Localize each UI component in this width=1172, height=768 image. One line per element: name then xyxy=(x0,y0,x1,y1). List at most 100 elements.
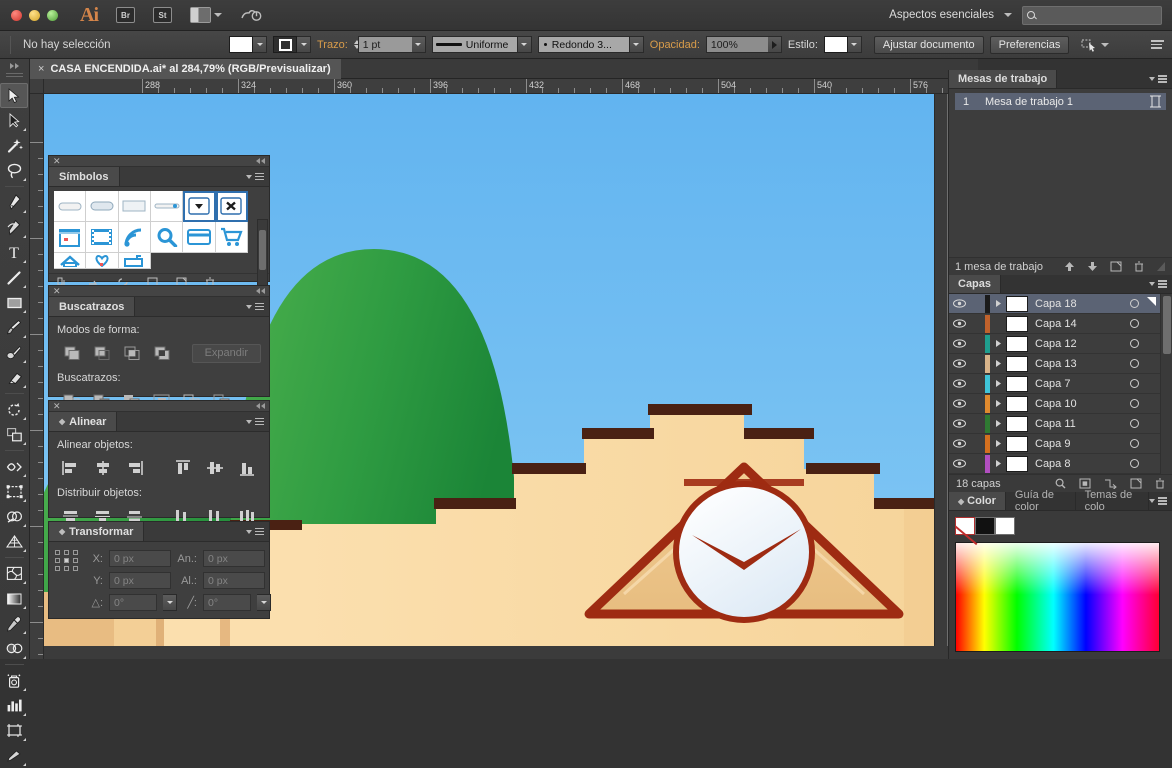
blend-tool[interactable] xyxy=(0,636,28,661)
white-swatch[interactable] xyxy=(995,517,1015,535)
graphic-style-control[interactable] xyxy=(824,36,862,53)
color-spectrum-picker[interactable] xyxy=(955,542,1160,652)
layer-visibility-eye-icon[interactable] xyxy=(949,359,969,368)
slice-tool[interactable] xyxy=(0,743,28,768)
layer-target-circle-icon[interactable] xyxy=(1121,459,1147,468)
tab-color-themes[interactable]: Temas de colo xyxy=(1076,492,1149,510)
artboard-name[interactable]: Mesa de trabajo 1 xyxy=(977,96,1144,108)
exclude-icon[interactable] xyxy=(147,342,177,364)
symbols-grid[interactable] xyxy=(54,191,248,269)
symbol-magnifier[interactable] xyxy=(151,222,183,253)
align-panel-menu-button[interactable] xyxy=(246,412,269,431)
delete-layer-icon[interactable] xyxy=(1155,478,1165,489)
curvature-tool[interactable] xyxy=(0,215,28,240)
layer-row[interactable]: Capa 11 xyxy=(949,414,1161,434)
layer-target-circle-icon[interactable] xyxy=(1121,339,1147,348)
layer-row[interactable]: Capa 10 xyxy=(949,394,1161,414)
selection-tool[interactable] xyxy=(0,83,28,108)
blob-brush-tool[interactable] xyxy=(0,340,28,365)
layer-row[interactable]: Capa 8 xyxy=(949,454,1161,474)
symbol-home[interactable] xyxy=(54,253,86,269)
type-tool[interactable]: T xyxy=(0,240,28,265)
vertical-ruler[interactable]: 324360396432468504 xyxy=(30,94,44,659)
symbol-panel[interactable] xyxy=(119,191,151,222)
layer-expand-triangle-icon[interactable] xyxy=(990,419,1006,428)
brush-definition-control[interactable]: Redondo 3... xyxy=(538,36,644,53)
layer-target-circle-icon[interactable] xyxy=(1121,299,1147,308)
brush-dropdown-button[interactable] xyxy=(630,36,644,53)
close-document-icon[interactable]: × xyxy=(38,63,44,75)
shape-builder-tool[interactable] xyxy=(0,504,28,529)
horizontal-ruler[interactable]: 288324360396432468504540576 xyxy=(44,79,978,94)
layer-row[interactable]: Capa 18 xyxy=(949,294,1161,314)
line-segment-tool[interactable] xyxy=(0,265,28,290)
layer-name[interactable]: Capa 7 xyxy=(1035,378,1121,390)
stroke-profile-dropdown-button[interactable] xyxy=(518,36,532,53)
graphic-style-dropdown-button[interactable] xyxy=(848,36,862,53)
free-transform-tool[interactable] xyxy=(0,479,28,504)
minus-front-icon[interactable] xyxy=(87,342,117,364)
layers-list[interactable]: Capa 18Capa 14Capa 12Capa 13Capa 7Capa 1… xyxy=(949,294,1172,474)
lasso-tool[interactable] xyxy=(0,158,28,183)
symbol-button-pill[interactable] xyxy=(86,191,118,222)
mesh-tool[interactable] xyxy=(0,561,28,586)
collapse-icon[interactable] xyxy=(256,288,265,294)
shear-input[interactable]: 0° xyxy=(203,594,251,611)
tab-transform[interactable]: ◆ Transformar xyxy=(49,522,144,541)
symbol-rss-wifi[interactable] xyxy=(119,222,151,253)
stroke-weight-control[interactable]: 1 pt xyxy=(354,36,426,53)
transform-panel-menu-button[interactable] xyxy=(246,522,269,541)
layer-expand-triangle-icon[interactable] xyxy=(990,359,1006,368)
width-input[interactable]: 0 px xyxy=(203,550,265,567)
layer-target-circle-icon[interactable] xyxy=(1121,439,1147,448)
new-artboard-icon[interactable] xyxy=(1110,261,1122,272)
color-panel-menu-button[interactable] xyxy=(1149,492,1172,510)
symbol-close-x[interactable] xyxy=(216,191,248,222)
gradient-tool[interactable] xyxy=(0,586,28,611)
layer-row[interactable]: Capa 13 xyxy=(949,354,1161,374)
new-layer-icon[interactable] xyxy=(1130,478,1142,489)
maximize-window-button[interactable] xyxy=(47,10,58,21)
artboards-panel-menu-button[interactable] xyxy=(1149,70,1172,88)
make-clipping-mask-icon[interactable] xyxy=(1079,478,1091,489)
search-adobe-stock-box[interactable] xyxy=(1022,6,1162,25)
layer-name[interactable]: Capa 10 xyxy=(1035,398,1121,410)
fill-dropdown-button[interactable] xyxy=(253,36,267,53)
tab-artboards[interactable]: Mesas de trabajo xyxy=(949,70,1057,88)
layer-expand-triangle-icon[interactable] xyxy=(990,299,1006,308)
move-up-icon[interactable] xyxy=(1064,261,1075,272)
symbols-panel-titlebar[interactable]: ✕ xyxy=(49,156,269,167)
ruler-corner[interactable] xyxy=(30,79,44,94)
layer-target-circle-icon[interactable] xyxy=(1121,379,1147,388)
symbol-calendar[interactable] xyxy=(54,222,86,253)
collapse-icon[interactable] xyxy=(256,158,265,164)
collapse-icon[interactable] xyxy=(256,403,265,409)
layer-visibility-eye-icon[interactable] xyxy=(949,319,969,328)
align-right-icon[interactable] xyxy=(121,457,149,479)
align-top-icon[interactable] xyxy=(169,457,197,479)
stroke-swatch[interactable] xyxy=(273,36,297,53)
tools-drag-grip[interactable] xyxy=(6,73,23,79)
workspace-chevron-down-icon[interactable] xyxy=(1004,13,1012,17)
reference-point-selector[interactable] xyxy=(55,550,79,571)
create-sublayer-icon[interactable] xyxy=(1104,478,1117,489)
symbol-mailbox[interactable] xyxy=(119,253,151,269)
artboard-options-icon[interactable] xyxy=(1144,95,1166,108)
tab-symbols[interactable]: Símbolos xyxy=(49,167,120,186)
rotate-tool[interactable] xyxy=(0,397,28,422)
perspective-grid-tool[interactable] xyxy=(0,529,28,554)
preferences-button[interactable]: Preferencias xyxy=(990,36,1070,54)
rectangle-tool[interactable] xyxy=(0,290,28,315)
symbol-film-strip[interactable] xyxy=(86,222,118,253)
pathfinder-panel-titlebar[interactable]: ✕ xyxy=(49,286,269,297)
artboard-tool[interactable] xyxy=(0,718,28,743)
layer-row[interactable]: Capa 9 xyxy=(949,434,1161,454)
symbol-button-rounded[interactable] xyxy=(54,191,86,222)
layer-expand-triangle-icon[interactable] xyxy=(990,379,1006,388)
layer-expand-triangle-icon[interactable] xyxy=(990,339,1006,348)
rotate-input[interactable]: 0° xyxy=(109,594,157,611)
locate-object-icon[interactable] xyxy=(1055,478,1066,489)
layer-expand-triangle-icon[interactable] xyxy=(990,399,1006,408)
canvas-horizontal-scrollbar[interactable] xyxy=(44,646,978,659)
minimize-window-button[interactable] xyxy=(29,10,40,21)
